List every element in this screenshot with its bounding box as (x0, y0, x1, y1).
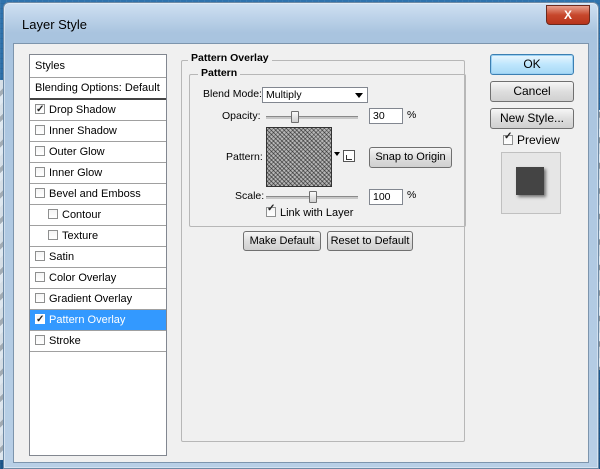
snap-to-origin-label: Snap to Origin (375, 151, 446, 163)
close-icon: X (563, 8, 572, 22)
checkbox-icon[interactable] (35, 188, 45, 198)
styles-item-blending-options-default[interactable]: Blending Options: Default (30, 78, 166, 100)
dialog-title: Layer Style (22, 17, 88, 32)
ok-label: OK (523, 57, 541, 71)
link-with-layer-check-icon (266, 203, 276, 217)
reset-to-default-label: Reset to Default (330, 235, 410, 247)
chevron-down-icon (355, 93, 363, 98)
link-with-layer-checkbox[interactable]: Link with Layer (266, 203, 354, 219)
styles-item-texture[interactable]: Texture (30, 226, 166, 247)
opacity-input[interactable]: 30 (369, 108, 403, 124)
checkbox-icon[interactable] (35, 310, 45, 330)
styles-list-header[interactable]: Styles (30, 55, 166, 78)
reset-to-default-button[interactable]: Reset to Default (327, 231, 413, 251)
title-bar[interactable]: Layer Style X (4, 3, 598, 43)
checkbox-icon[interactable] (35, 100, 45, 120)
cancel-label: Cancel (513, 84, 551, 98)
styles-item-label: Texture (62, 230, 99, 242)
styles-item-label: Blending Options: Default (35, 82, 160, 94)
opacity-unit: % (407, 109, 417, 121)
pattern-subgroup-title: Pattern (198, 67, 241, 79)
snap-to-origin-button[interactable]: Snap to Origin (369, 147, 452, 168)
styles-item-label: Inner Shadow (49, 125, 117, 137)
checkbox-icon[interactable] (35, 251, 45, 261)
styles-item-bevel-and-emboss[interactable]: Bevel and Emboss (30, 184, 166, 205)
new-style-label: New Style... (499, 111, 565, 125)
checkbox-icon[interactable] (35, 335, 45, 345)
scale-input[interactable]: 100 (369, 189, 403, 205)
styles-item-inner-shadow[interactable]: Inner Shadow (30, 121, 166, 142)
scale-label: Scale: (235, 190, 265, 202)
checkbox-icon[interactable] (35, 293, 45, 303)
blend-mode-select[interactable]: Multiply (262, 87, 368, 103)
preview-checkbox[interactable]: Preview (503, 131, 560, 147)
close-button[interactable]: X (546, 5, 590, 25)
styles-item-label: Pattern Overlay (49, 314, 126, 326)
scale-slider-thumb[interactable] (309, 191, 317, 203)
opacity-slider-thumb[interactable] (290, 111, 299, 123)
styles-item-label: Stroke (49, 335, 81, 347)
layer-style-dialog: Layer Style X Styles Blending Options: D… (3, 2, 599, 469)
styles-item-inner-glow[interactable]: Inner Glow (30, 163, 166, 184)
styles-item-stroke[interactable]: Stroke (30, 331, 166, 352)
checkbox-icon[interactable] (35, 146, 45, 156)
link-with-layer-label: Link with Layer (280, 207, 354, 219)
styles-item-label: Color Overlay (49, 272, 117, 284)
create-preset-icon[interactable] (343, 150, 355, 162)
checkbox-icon[interactable] (48, 230, 58, 240)
preview-label: Preview (517, 133, 560, 147)
cancel-button[interactable]: Cancel (490, 81, 574, 102)
styles-item-label: Satin (49, 251, 75, 263)
blend-mode-label: Blend Mode: (203, 88, 262, 100)
checkbox-icon[interactable] (35, 167, 45, 177)
styles-item-gradient-overlay[interactable]: Gradient Overlay (30, 289, 166, 310)
styles-item-satin[interactable]: Satin (30, 247, 166, 268)
styles-item-drop-shadow[interactable]: Drop Shadow (30, 100, 166, 121)
styles-item-pattern-overlay[interactable]: Pattern Overlay (30, 310, 166, 331)
checkbox-icon[interactable] (35, 272, 45, 282)
preview-thumbnail (501, 152, 561, 214)
styles-item-outer-glow[interactable]: Outer Glow (30, 142, 166, 163)
blend-mode-value: Multiply (266, 89, 302, 101)
styles-item-label: Outer Glow (49, 146, 105, 158)
checkbox-icon[interactable] (35, 125, 45, 135)
styles-item-contour[interactable]: Contour (30, 205, 166, 226)
pattern-swatch[interactable] (266, 127, 332, 187)
dialog-body: Styles Blending Options: Default Drop Sha… (13, 43, 589, 463)
preview-check-icon (503, 131, 513, 145)
styles-item-label: Drop Shadow (49, 104, 116, 116)
styles-item-color-overlay[interactable]: Color Overlay (30, 268, 166, 289)
opacity-label: Opacity: (222, 110, 261, 122)
scale-unit: % (407, 189, 417, 201)
new-style-button[interactable]: New Style... (490, 108, 574, 129)
pattern-picker-toggle[interactable] (334, 152, 340, 156)
pattern-label: Pattern: (226, 151, 263, 163)
styles-item-label: Gradient Overlay (49, 293, 133, 305)
make-default-button[interactable]: Make Default (243, 231, 321, 251)
styles-list: Styles Blending Options: Default Drop Sha… (29, 54, 167, 456)
styles-item-label: Inner Glow (49, 167, 103, 179)
opacity-slider-track[interactable] (266, 116, 358, 119)
preview-swatch (516, 167, 544, 195)
pattern-overlay-title: Pattern Overlay (188, 52, 272, 64)
make-default-label: Make Default (249, 235, 315, 247)
ok-button[interactable]: OK (490, 54, 574, 75)
styles-item-label: Contour (62, 209, 102, 221)
checkbox-icon[interactable] (48, 209, 58, 219)
styles-item-label: Bevel and Emboss (49, 188, 141, 200)
